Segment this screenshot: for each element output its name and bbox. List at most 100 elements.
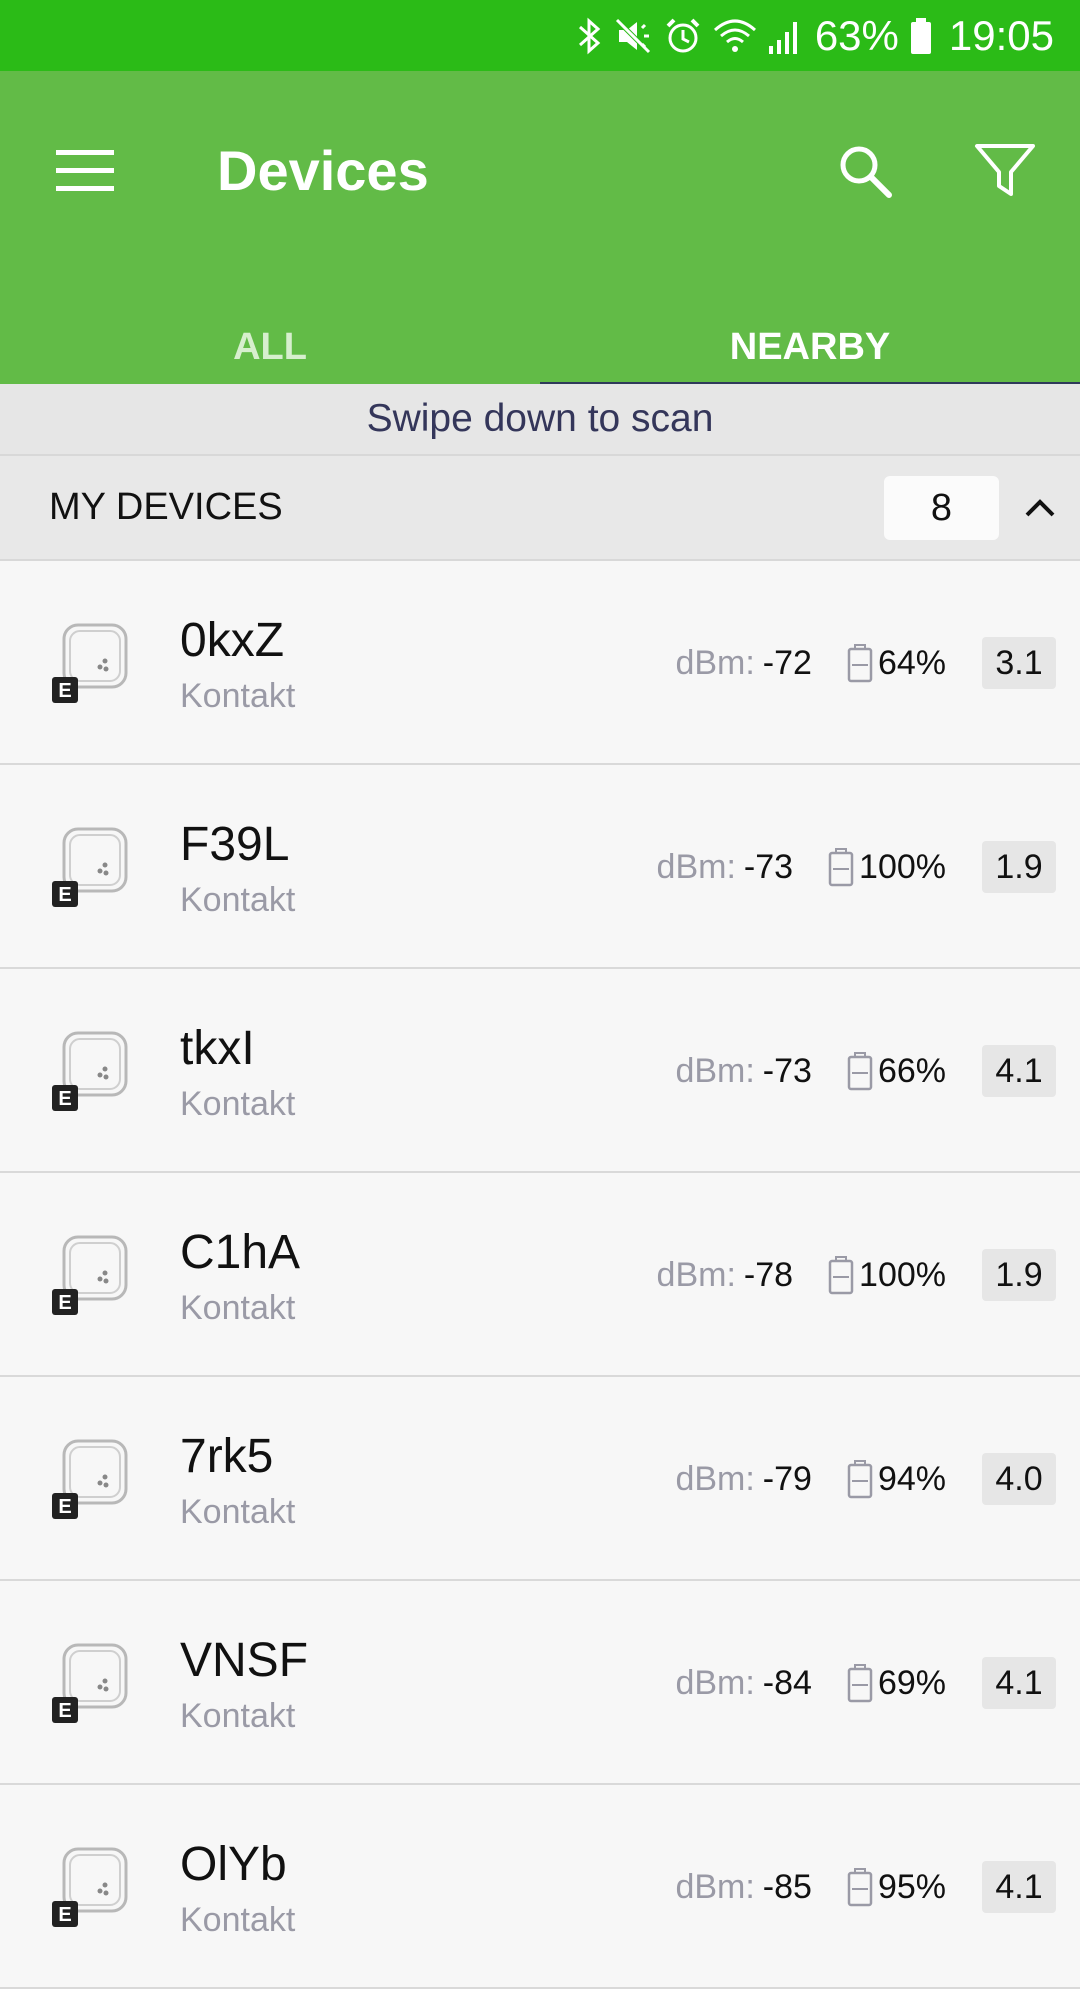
battery-value: 100%	[859, 847, 946, 886]
status-bar: 63% 19:05	[0, 0, 1080, 71]
dbm-label: dBm:	[675, 1051, 755, 1090]
firmware-version-badge: 4.1	[982, 1861, 1056, 1913]
filter-button[interactable]	[960, 126, 1050, 216]
device-vendor: Kontakt	[180, 1901, 296, 1939]
device-meta: dBm: -73 100% 1.9	[657, 841, 1056, 893]
svg-text:E: E	[58, 1496, 71, 1518]
dbm-label: dBm:	[675, 1459, 755, 1498]
battery-icon	[827, 847, 855, 887]
menu-button[interactable]	[40, 126, 130, 216]
mute-icon	[613, 16, 653, 56]
device-vendor: Kontakt	[180, 1697, 296, 1735]
dbm-label: dBm:	[675, 1867, 755, 1906]
device-row[interactable]: E 0kxZ Kontakt dBm: -72 64% 3.1	[0, 561, 1080, 765]
battery-icon	[827, 1255, 855, 1295]
battery-icon	[909, 16, 933, 56]
device-name: OlYb	[180, 1838, 287, 1891]
firmware-version-badge: 1.9	[982, 1249, 1056, 1301]
chevron-up-icon	[1025, 499, 1055, 517]
dbm-label: dBm:	[656, 847, 736, 886]
device-row[interactable]: E OlYb Kontakt dBm: -85 95% 4.1	[0, 1785, 1080, 1989]
device-meta: dBm: -84 69% 4.1	[675, 1657, 1056, 1709]
svg-text:E: E	[58, 884, 71, 906]
battery-value: 64%	[877, 643, 946, 682]
battery-icon	[846, 643, 874, 683]
beacon-icon: E	[52, 1031, 128, 1111]
device-row[interactable]: E C1hA Kontakt dBm: -78 100% 1.9	[0, 1173, 1080, 1377]
battery-icon	[846, 1459, 874, 1499]
battery-icon	[846, 1867, 874, 1907]
dbm-value: -73	[743, 847, 794, 886]
battery-icon	[846, 1663, 874, 1703]
tab-all[interactable]: ALL	[0, 311, 540, 384]
tab-nearby[interactable]: NEARBY	[540, 311, 1080, 387]
search-button[interactable]	[820, 126, 910, 216]
device-meta: dBm: -72 64% 3.1	[675, 637, 1056, 689]
firmware-version-badge: 4.1	[982, 1045, 1056, 1097]
firmware-version-badge: 1.9	[982, 841, 1056, 893]
menu-icon	[56, 150, 114, 191]
clock: 19:05	[948, 11, 1054, 59]
beacon-icon: E	[52, 623, 128, 703]
scan-hint: Swipe down to scan	[0, 384, 1080, 454]
device-vendor: Kontakt	[180, 881, 296, 919]
beacon-icon: E	[52, 827, 128, 907]
svg-text:E: E	[58, 1700, 71, 1722]
dbm-value: -79	[762, 1459, 812, 1498]
search-icon	[840, 146, 892, 198]
svg-text:E: E	[58, 1904, 71, 1926]
device-name: tkxI	[180, 1022, 255, 1075]
device-row[interactable]: E VNSF Kontakt dBm: -84 69% 4.1	[0, 1581, 1080, 1785]
device-count-badge: 8	[884, 476, 999, 540]
svg-text:E: E	[58, 1088, 71, 1110]
battery-value: 95%	[877, 1867, 946, 1906]
firmware-version-badge: 4.1	[982, 1657, 1056, 1709]
device-name: 7rk5	[180, 1430, 274, 1483]
device-vendor: Kontakt	[180, 677, 296, 715]
section-header[interactable]: MY DEVICES 8	[0, 454, 1080, 561]
battery-value: 94%	[877, 1459, 946, 1498]
device-name: VNSF	[180, 1634, 309, 1687]
device-meta: dBm: -73 66% 4.1	[675, 1045, 1056, 1097]
battery-icon	[846, 1051, 874, 1091]
filter-icon	[975, 144, 1035, 196]
page-title: Devices	[217, 139, 429, 202]
dbm-value: -72	[762, 643, 812, 682]
section-title: MY DEVICES	[49, 486, 283, 528]
device-name: C1hA	[180, 1226, 301, 1279]
beacon-icon: E	[52, 1439, 128, 1519]
battery-value: 100%	[859, 1255, 946, 1294]
device-list: E 0kxZ Kontakt dBm: -72 64% 3.1 E F39L K…	[0, 561, 1080, 1989]
beacon-icon: E	[52, 1235, 128, 1315]
dbm-value: -84	[762, 1663, 812, 1702]
beacon-icon: E	[52, 1643, 128, 1723]
beacon-icon: E	[52, 1847, 128, 1927]
device-row[interactable]: E tkxI Kontakt dBm: -73 66% 4.1	[0, 969, 1080, 1173]
device-meta: dBm: -78 100% 1.9	[657, 1249, 1056, 1301]
dbm-value: -78	[743, 1255, 794, 1294]
device-meta: dBm: -79 94% 4.0	[675, 1453, 1056, 1505]
dbm-value: -85	[762, 1867, 812, 1906]
alarm-icon	[663, 16, 703, 56]
battery-value: 66%	[877, 1051, 946, 1090]
device-vendor: Kontakt	[180, 1085, 296, 1123]
battery-value: 69%	[877, 1663, 946, 1702]
device-meta: dBm: -85 95% 4.1	[675, 1861, 1056, 1913]
device-vendor: Kontakt	[180, 1493, 296, 1531]
tab-bar: ALL NEARBY	[0, 311, 1080, 387]
bluetooth-icon	[577, 16, 603, 56]
dbm-value: -73	[762, 1051, 812, 1090]
wifi-icon	[713, 16, 757, 56]
signal-icon	[767, 16, 801, 56]
device-vendor: Kontakt	[180, 1289, 296, 1327]
device-name: 0kxZ	[180, 614, 285, 667]
battery-percent: 63%	[814, 11, 899, 59]
device-row[interactable]: E F39L Kontakt dBm: -73 100% 1.9	[0, 765, 1080, 969]
svg-text:E: E	[58, 680, 71, 702]
firmware-version-badge: 4.0	[982, 1453, 1056, 1505]
collapse-button[interactable]	[1015, 478, 1065, 538]
device-row[interactable]: E 7rk5 Kontakt dBm: -79 94% 4.0	[0, 1377, 1080, 1581]
app-bar: Devices ALL NEARBY	[0, 71, 1080, 387]
dbm-label: dBm:	[675, 643, 755, 682]
device-name: F39L	[180, 818, 290, 871]
